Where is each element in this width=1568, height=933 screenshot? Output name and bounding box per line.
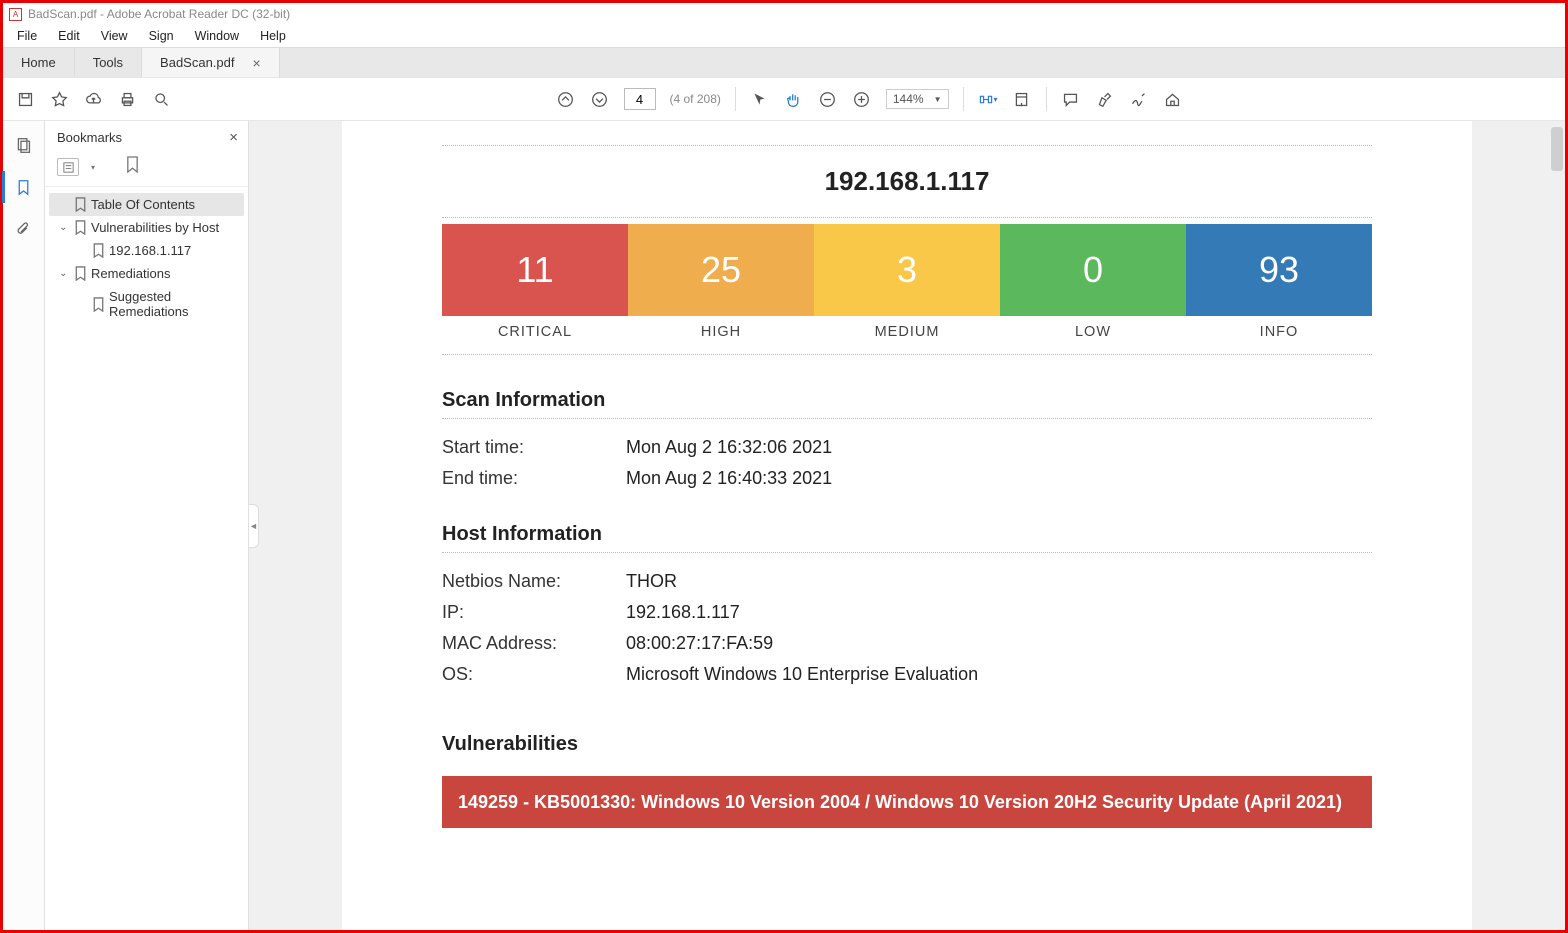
host-ip-row: IP: 192.168.1.117: [442, 602, 1372, 623]
star-icon[interactable]: [49, 89, 69, 109]
bookmark-options-button[interactable]: [57, 158, 79, 176]
divider: [442, 217, 1372, 218]
print-icon[interactable]: [117, 89, 137, 109]
vertical-scrollbar[interactable]: [1549, 121, 1565, 930]
fit-width-icon[interactable]: ▾: [978, 89, 998, 109]
host-netbios-row: Netbios Name: THOR: [442, 571, 1372, 592]
divider: [442, 354, 1372, 355]
menu-sign[interactable]: Sign: [141, 27, 182, 45]
severity-low: 0 LOW: [1000, 224, 1186, 348]
bookmarks-icon[interactable]: [14, 177, 34, 197]
navigation-rail: [3, 121, 45, 930]
work-area: Bookmarks × ▾ Table Of Contents ⌄ Vulner…: [3, 121, 1565, 930]
page-number-input[interactable]: [624, 88, 656, 110]
signature-icon[interactable]: [1129, 89, 1149, 109]
panel-collapse-handle[interactable]: ◄: [249, 504, 259, 548]
page-down-icon[interactable]: [590, 89, 610, 109]
zoom-in-icon[interactable]: [852, 89, 872, 109]
panel-close-icon[interactable]: ×: [229, 129, 238, 146]
divider: [442, 418, 1372, 419]
menu-help[interactable]: Help: [252, 27, 294, 45]
host-mac-row: MAC Address: 08:00:27:17:FA:59: [442, 633, 1372, 654]
page-up-icon[interactable]: [556, 89, 576, 109]
severity-medium: 3 MEDIUM: [814, 224, 1000, 348]
menu-file[interactable]: File: [9, 27, 45, 45]
menu-view[interactable]: View: [93, 27, 136, 45]
find-bookmark-icon[interactable]: [125, 156, 140, 178]
thumbnails-icon[interactable]: [14, 135, 34, 155]
menu-window[interactable]: Window: [187, 27, 247, 45]
tab-bar: Home Tools BadScan.pdf ×: [3, 47, 1565, 77]
bookmark-remediations[interactable]: ⌄ Remediations: [49, 262, 244, 285]
search-icon[interactable]: [151, 89, 171, 109]
cloud-upload-icon[interactable]: [83, 89, 103, 109]
comment-icon[interactable]: [1061, 89, 1081, 109]
tab-tools[interactable]: Tools: [75, 48, 142, 77]
host-ip-heading: 192.168.1.117: [442, 152, 1372, 211]
menu-edit[interactable]: Edit: [50, 27, 88, 45]
zoom-out-icon[interactable]: [818, 89, 838, 109]
toolbar: (4 of 208) 144%▼ ▾: [3, 77, 1565, 121]
bookmark-vuln-by-host[interactable]: ⌄ Vulnerabilities by Host: [49, 216, 244, 239]
app-icon: A: [9, 8, 22, 21]
bookmark-toc[interactable]: Table Of Contents: [49, 193, 244, 216]
select-arrow-icon[interactable]: [750, 89, 770, 109]
vulnerabilities-heading: Vulnerabilities: [442, 733, 1372, 756]
host-os-row: OS: Microsoft Windows 10 Enterprise Eval…: [442, 664, 1372, 685]
document-viewport[interactable]: ◄ 192.168.1.117 11 CRITICAL 25 HIGH 3 ME…: [249, 121, 1565, 930]
bookmark-tree: Table Of Contents ⌄ Vulnerabilities by H…: [45, 187, 248, 329]
tab-document[interactable]: BadScan.pdf ×: [142, 48, 280, 77]
host-info-heading: Host Information: [442, 523, 1372, 546]
scrollbar-thumb[interactable]: [1551, 127, 1563, 171]
divider: [442, 145, 1372, 146]
pdf-page: 192.168.1.117 11 CRITICAL 25 HIGH 3 MEDI…: [342, 121, 1472, 930]
tab-home[interactable]: Home: [3, 48, 75, 77]
save-icon[interactable]: [15, 89, 35, 109]
scan-end-row: End time: Mon Aug 2 16:40:33 2021: [442, 468, 1372, 489]
severity-summary: 11 CRITICAL 25 HIGH 3 MEDIUM 0 LOW 93: [442, 224, 1372, 348]
stamp-icon[interactable]: [1163, 89, 1183, 109]
scan-start-row: Start time: Mon Aug 2 16:32:06 2021: [442, 437, 1372, 458]
tab-close-icon[interactable]: ×: [253, 55, 261, 71]
window-titlebar: A BadScan.pdf - Adobe Acrobat Reader DC …: [3, 3, 1565, 25]
severity-critical: 11 CRITICAL: [442, 224, 628, 348]
bookmark-host-1[interactable]: 192.168.1.117: [49, 239, 244, 262]
menu-bar: File Edit View Sign Window Help: [3, 25, 1565, 47]
bookmark-suggested-remediations[interactable]: Suggested Remediations: [49, 285, 244, 323]
page-view-icon[interactable]: [1012, 89, 1032, 109]
vulnerability-item-critical: 149259 - KB5001330: Windows 10 Version 2…: [442, 776, 1372, 828]
page-count-label: (4 of 208): [670, 92, 721, 106]
panel-title: Bookmarks: [57, 130, 122, 145]
toolbar-separator: [963, 87, 964, 111]
bookmarks-panel: Bookmarks × ▾ Table Of Contents ⌄ Vulner…: [45, 121, 249, 930]
highlight-icon[interactable]: [1095, 89, 1115, 109]
severity-info: 93 INFO: [1186, 224, 1372, 348]
toolbar-separator: [1046, 87, 1047, 111]
severity-high: 25 HIGH: [628, 224, 814, 348]
scan-info-heading: Scan Information: [442, 389, 1372, 412]
divider: [442, 552, 1372, 553]
hand-pan-icon[interactable]: [784, 89, 804, 109]
toolbar-separator: [735, 87, 736, 111]
window-title: BadScan.pdf - Adobe Acrobat Reader DC (3…: [28, 7, 290, 21]
attachments-icon[interactable]: [14, 219, 34, 239]
zoom-select[interactable]: 144%▼: [886, 89, 949, 109]
